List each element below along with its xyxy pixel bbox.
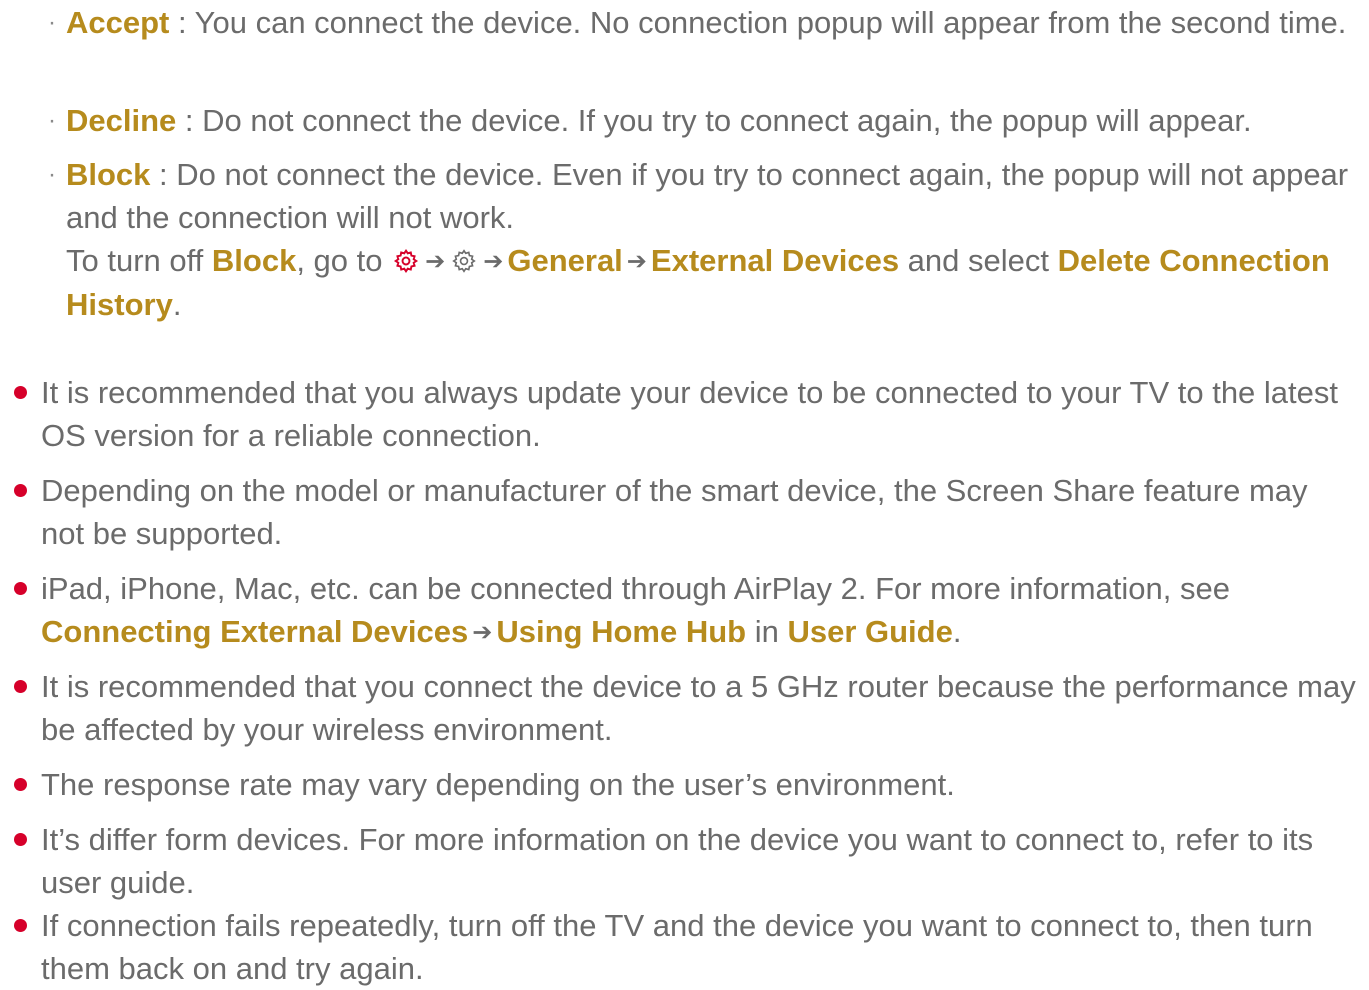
list-item-text-part: in <box>746 614 788 649</box>
list-item: It is recommended that you connect the d… <box>14 665 1359 751</box>
period: . <box>172 287 182 322</box>
list-item-text: It is recommended that you always update… <box>41 375 1339 453</box>
gear-icon-outline <box>452 249 476 273</box>
list-item-text: Depending on the model or manufacturer o… <box>41 473 1308 551</box>
arrow-right-icon: ➔ <box>472 619 493 646</box>
general-link: General <box>507 243 623 278</box>
using-home-hub-link: Using Home Hub <box>496 614 747 649</box>
list-item-text: It is recommended that you connect the d… <box>41 669 1356 747</box>
option-block: · Block : Do not connect the device. Eve… <box>48 153 1349 326</box>
bullet-dot <box>14 833 27 846</box>
bullet-dot <box>14 919 27 932</box>
separator: : <box>176 103 203 138</box>
option-accept: · Accept : You can connect the device. N… <box>48 1 1349 44</box>
gear-icon-red <box>394 248 419 274</box>
list-item: If connection fails repeatedly, turn off… <box>14 904 1359 990</box>
user-guide-link: User Guide <box>787 614 953 649</box>
accept-description: You can connect the device. No connectio… <box>194 5 1347 40</box>
block-description: Do not connect the device. Even if you t… <box>66 157 1349 235</box>
list-item: It is recommended that you always update… <box>14 371 1359 457</box>
turnoff-block-label: Block <box>211 243 297 278</box>
turnoff-go: , go to <box>296 243 392 278</box>
arrow-right-icon: ➔ <box>626 248 647 275</box>
list-item-text-part: iPad, iPhone, Mac, etc. can be connected… <box>41 571 1230 606</box>
arrow-right-icon: ➔ <box>425 248 446 275</box>
list-item: It’s differ form devices. For more infor… <box>14 818 1359 904</box>
list-item: Depending on the model or manufacturer o… <box>14 469 1359 555</box>
sub-bullet-dot: · <box>48 9 56 36</box>
sub-bullet-dot: · <box>48 161 56 188</box>
separator: : <box>150 157 177 192</box>
period: . <box>952 614 962 649</box>
bullet-dot <box>14 582 27 595</box>
connecting-external-devices-link: Connecting External Devices <box>41 614 469 649</box>
decline-label: Decline <box>66 103 177 138</box>
list-item-text: The response rate may vary depending on … <box>41 767 955 802</box>
separator: : <box>169 5 195 40</box>
list-item-text: iPad, iPhone, Mac, etc. can be connected… <box>41 567 1359 654</box>
list-item-text: If connection fails repeatedly, turn off… <box>41 908 1313 986</box>
accept-label: Accept <box>66 5 170 40</box>
option-accept-text: Accept : You can connect the device. No … <box>66 1 1349 44</box>
list-item: The response rate may vary depending on … <box>14 763 1359 806</box>
bullet-dot <box>14 484 27 497</box>
sub-bullet-dot: · <box>48 107 56 134</box>
list-item-text: It’s differ form devices. For more infor… <box>41 822 1314 900</box>
bullet-dot <box>14 778 27 791</box>
bullet-dot <box>14 386 27 399</box>
list-item: iPad, iPhone, Mac, etc. can be connected… <box>14 567 1359 654</box>
arrow-right-icon: ➔ <box>483 248 504 275</box>
option-decline: · Decline : Do not connect the device. I… <box>48 99 1349 142</box>
option-decline-text: Decline : Do not connect the device. If … <box>66 99 1349 142</box>
and-select: and select <box>899 243 1058 278</box>
external-devices-link: External Devices <box>650 243 900 278</box>
decline-description: Do not connect the device. If you try to… <box>202 103 1252 138</box>
turnoff-prefix: To turn off <box>66 243 212 278</box>
option-block-text: Block : Do not connect the device. Even … <box>66 153 1349 326</box>
bullet-dot <box>14 680 27 693</box>
block-label: Block <box>66 157 151 192</box>
